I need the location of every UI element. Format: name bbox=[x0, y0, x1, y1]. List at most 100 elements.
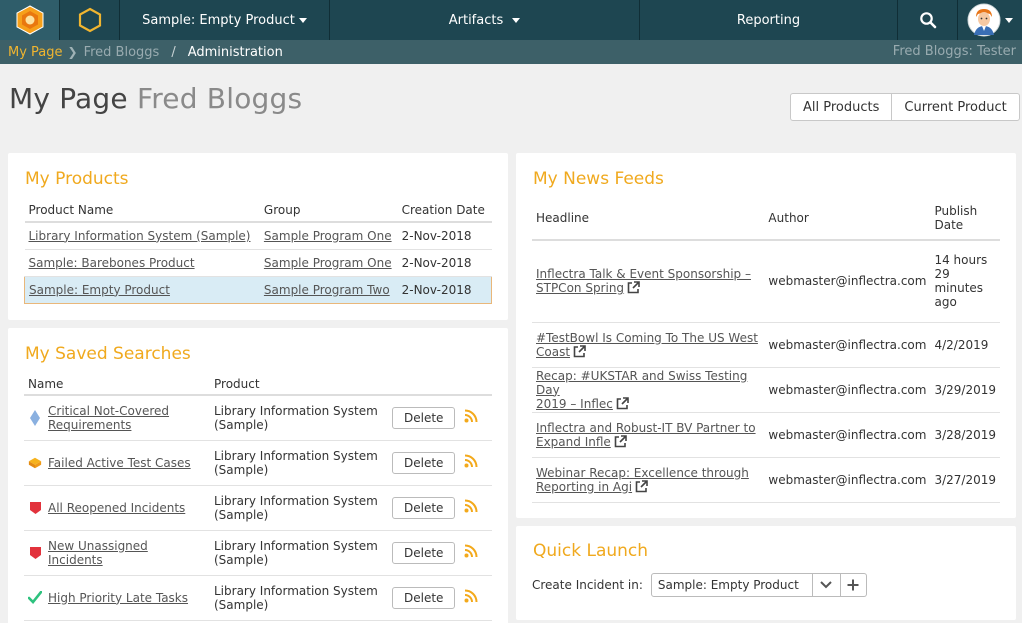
saved-searches-title: My Saved Searches bbox=[25, 344, 191, 364]
news-headline-link[interactable]: Recap: #UKSTAR and Swiss Testing Day 2019… bbox=[536, 369, 747, 411]
incident-product-dropdown-button[interactable] bbox=[812, 573, 841, 597]
artifacts-menu[interactable]: Artifacts bbox=[330, 0, 640, 40]
saved-search-link[interactable]: New Unassigned Incidents bbox=[48, 539, 206, 567]
all-products-button[interactable]: All Products bbox=[791, 94, 891, 120]
table-header: Name Product bbox=[24, 373, 492, 396]
search-icon bbox=[919, 12, 936, 29]
news-publish-date: 14 hours 29 minutes ago bbox=[930, 240, 1000, 323]
col-creation-date[interactable]: Creation Date bbox=[397, 198, 492, 223]
my-products-panel: My Products Product Name Group Creation … bbox=[8, 153, 508, 320]
news-headline-link[interactable]: Inflectra and Robust-IT BV Partner to Exp… bbox=[536, 421, 756, 449]
app-logo-icon[interactable] bbox=[0, 0, 60, 40]
news-author: webmaster@inflectra.com bbox=[764, 240, 931, 323]
top-navbar: Sample: Empty Product Artifacts Reportin… bbox=[0, 0, 1022, 40]
external-link-icon[interactable] bbox=[627, 281, 640, 294]
create-incident-button[interactable] bbox=[840, 573, 867, 597]
news-headline-link[interactable]: Inflectra Talk & Event Sponsorship – STPC… bbox=[536, 267, 751, 295]
saved-search-link[interactable]: Failed Active Test Cases bbox=[48, 456, 191, 470]
group-link[interactable]: Sample Program One bbox=[264, 229, 392, 243]
product-link[interactable]: Sample: Empty Product bbox=[29, 283, 170, 297]
table-row: Webinar Recap: Excellence through Reporti… bbox=[532, 457, 1000, 503]
product-selector[interactable]: Sample: Empty Product bbox=[120, 0, 330, 40]
saved-search-product: Library Information System (Sample) bbox=[210, 575, 388, 621]
table-header: Headline Author Publish Date bbox=[532, 196, 1000, 241]
saved-search-link[interactable]: Critical Not-Covered Requirements bbox=[48, 404, 169, 432]
chevron-down-icon bbox=[1005, 17, 1013, 23]
delete-button[interactable]: Delete bbox=[392, 496, 456, 519]
page-title-user: Fred Bloggs bbox=[136, 82, 303, 115]
table-row: Inflectra Talk & Event Sponsorship – STPC… bbox=[532, 240, 1000, 323]
current-product-button[interactable]: Current Product bbox=[891, 94, 1018, 120]
avatar bbox=[967, 3, 1001, 37]
table-row: Inflectra and Robust-IT BV Partner to Exp… bbox=[532, 412, 1000, 458]
workspace-hexagon-icon[interactable] bbox=[60, 0, 120, 40]
product-link[interactable]: Sample: Barebones Product bbox=[29, 256, 195, 270]
news-author: webmaster@inflectra.com bbox=[764, 412, 931, 458]
news-author: webmaster@inflectra.com bbox=[764, 457, 931, 503]
news-feeds-table: Headline Author Publish Date Inflectra Ta… bbox=[532, 196, 1000, 503]
rss-feed-icon[interactable] bbox=[464, 499, 478, 517]
news-feeds-panel: My News Feeds Headline Author Publish Dat… bbox=[516, 153, 1016, 518]
delete-button[interactable]: Delete bbox=[392, 586, 456, 609]
table-row[interactable]: Library Information System (Sample) Samp… bbox=[24, 222, 492, 250]
product-selector-label: Sample: Empty Product bbox=[142, 12, 295, 28]
artifacts-menu-label: Artifacts bbox=[448, 12, 504, 28]
table-row: Critical Not-Covered Requirements Library… bbox=[24, 395, 492, 441]
news-feeds-title: My News Feeds bbox=[533, 169, 664, 189]
task-check-icon bbox=[28, 591, 42, 604]
rss-feed-icon[interactable] bbox=[464, 544, 478, 562]
my-products-table: Product Name Group Creation Date Library… bbox=[23, 198, 492, 304]
chevron-down-icon bbox=[512, 17, 521, 23]
delete-button[interactable]: Delete bbox=[392, 406, 456, 429]
col-publish-date: Publish Date bbox=[930, 196, 1000, 241]
news-publish-date: 3/29/2019 bbox=[930, 367, 1000, 413]
rss-feed-icon[interactable] bbox=[464, 409, 478, 427]
news-author: webmaster@inflectra.com bbox=[764, 322, 931, 368]
incident-product-select[interactable]: Sample: Empty Product bbox=[650, 573, 813, 597]
page-title-main: My Page bbox=[9, 82, 128, 115]
external-link-icon[interactable] bbox=[616, 396, 629, 410]
user-avatar-menu[interactable] bbox=[958, 0, 1022, 40]
col-author: Author bbox=[764, 196, 931, 241]
external-link-icon[interactable] bbox=[573, 344, 586, 358]
plus-icon bbox=[847, 579, 859, 591]
chevron-down-icon bbox=[820, 581, 833, 589]
news-headline-link[interactable]: #TestBowl Is Coming To The US West Coast bbox=[536, 331, 758, 359]
search-button[interactable] bbox=[898, 0, 958, 40]
quick-launch-panel: Quick Launch Create Incident in: Sample:… bbox=[516, 526, 1016, 620]
group-link[interactable]: Sample Program One bbox=[264, 256, 392, 270]
creation-date: 2-Nov-2018 bbox=[397, 222, 492, 250]
saved-searches-table: Name Product Critical Not-Covered Require… bbox=[24, 373, 492, 621]
news-publish-date: 4/2/2019 bbox=[930, 322, 1000, 368]
saved-search-link[interactable]: All Reopened Incidents bbox=[48, 501, 185, 515]
news-publish-date: 3/28/2019 bbox=[930, 412, 1000, 458]
rss-feed-icon[interactable] bbox=[464, 589, 478, 607]
saved-search-link[interactable]: High Priority Late Tasks bbox=[48, 591, 188, 605]
table-row: #TestBowl Is Coming To The US West Coast … bbox=[532, 322, 1000, 368]
breadcrumb-administration[interactable]: Administration bbox=[188, 45, 283, 60]
breadcrumb-user[interactable]: Fred Bloggs bbox=[84, 45, 160, 60]
delete-button[interactable]: Delete bbox=[392, 541, 456, 564]
table-row-selected[interactable]: Sample: Empty Product Sample Program Two… bbox=[23, 275, 492, 304]
news-publish-date: 3/27/2019 bbox=[930, 457, 1000, 503]
chevron-right-icon: ❯ bbox=[67, 45, 78, 59]
rss-feed-icon[interactable] bbox=[464, 454, 478, 472]
col-name: Name bbox=[24, 373, 210, 396]
breadcrumb: My Page ❯ Fred Bloggs / Administration F… bbox=[0, 40, 1022, 64]
group-link[interactable]: Sample Program Two bbox=[264, 283, 390, 297]
table-row: Failed Active Test Cases Library Informa… bbox=[24, 440, 492, 486]
delete-button[interactable]: Delete bbox=[392, 451, 456, 474]
col-group[interactable]: Group bbox=[259, 198, 398, 223]
breadcrumb-my-page[interactable]: My Page bbox=[8, 45, 63, 60]
product-link[interactable]: Library Information System (Sample) bbox=[29, 229, 251, 243]
table-row: All Reopened Incidents Library Informati… bbox=[24, 485, 492, 531]
external-link-icon[interactable] bbox=[614, 434, 627, 448]
col-product-name[interactable]: Product Name bbox=[24, 198, 260, 223]
external-link-icon[interactable] bbox=[635, 479, 648, 493]
table-row[interactable]: Sample: Barebones Product Sample Program… bbox=[24, 249, 492, 277]
incident-icon bbox=[28, 546, 42, 560]
reporting-menu[interactable]: Reporting bbox=[640, 0, 898, 40]
saved-search-product: Library Information System (Sample) bbox=[210, 530, 388, 576]
page-title: My Page Fred Bloggs bbox=[9, 82, 302, 115]
test-case-icon bbox=[28, 456, 42, 470]
